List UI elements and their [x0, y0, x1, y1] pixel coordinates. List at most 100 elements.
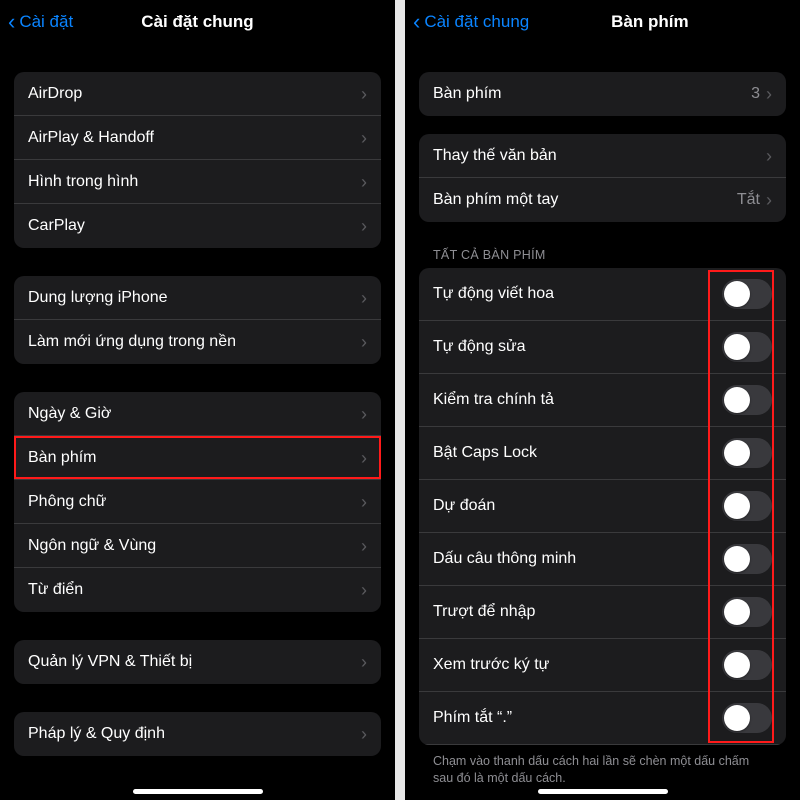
group-vpn: Quản lý VPN & Thiết bị›: [14, 640, 381, 684]
home-indicator[interactable]: [538, 789, 668, 794]
row-ngo-n-ngu-vu-ng[interactable]: Ngôn ngữ & Vùng›: [14, 524, 381, 568]
group-connectivity: AirDrop›AirPlay & Handoff›Hình trong hìn…: [14, 72, 381, 248]
row-label: Quản lý VPN & Thiết bị: [28, 653, 361, 671]
chevron-right-icon: ›: [361, 405, 367, 423]
group-keyboards: Bàn phím3 ›: [419, 72, 786, 116]
row-kie-m-tra-chi-nh-ta: Kiểm tra chính tả: [419, 374, 786, 427]
row-xem-tru-o-c-ky-tu: Xem trước ký tự: [419, 639, 786, 692]
row-label: Dấu câu thông minh: [433, 550, 722, 568]
row-label: Ngày & Giờ: [28, 405, 361, 423]
toggle-switch[interactable]: [722, 597, 772, 627]
toggle-knob: [724, 546, 750, 572]
row-airplay-handoff[interactable]: AirPlay & Handoff›: [14, 116, 381, 160]
chevron-right-icon: ›: [361, 333, 367, 351]
toggle-knob: [724, 334, 750, 360]
toggle-knob: [724, 387, 750, 413]
row-label: Dung lượng iPhone: [28, 289, 361, 307]
navbar: ‹ Cài đặt Cài đặt chung: [0, 0, 395, 44]
row-label: Tự động viết hoa: [433, 285, 722, 303]
row-label: Thay thế văn bản: [433, 147, 766, 165]
row-label: Pháp lý & Quy định: [28, 725, 361, 743]
screen-keyboard-settings: ‹ Cài đặt chung Bàn phím Bàn phím3› Thay…: [405, 0, 800, 800]
chevron-right-icon: ›: [361, 725, 367, 743]
group-all-keyboards-toggles: Tự động viết hoa Tự động sửa Kiểm tra chín…: [419, 268, 786, 745]
group-system: Ngày & Giờ›Bàn phím›Phông chữ›Ngôn ngữ &…: [14, 392, 381, 612]
row-label: Làm mới ứng dụng trong nền: [28, 333, 361, 351]
row-label: Từ điển: [28, 581, 361, 599]
toggle-knob: [724, 440, 750, 466]
row-tu-o-ng-su-a: Tự động sửa: [419, 321, 786, 374]
group-legal: Pháp lý & Quy định›: [14, 712, 381, 756]
row-label: Dự đoán: [433, 497, 722, 515]
toggle-knob: [724, 493, 750, 519]
row-dung-lu-o-ng-iphone[interactable]: Dung lượng iPhone›: [14, 276, 381, 320]
row-nga-y-gio[interactable]: Ngày & Giờ›: [14, 392, 381, 436]
toggle-switch[interactable]: [722, 332, 772, 362]
group-text-replace: Thay thế văn bản›Bàn phím một tayTắt›: [419, 134, 786, 222]
toggle-switch[interactable]: [722, 703, 772, 733]
toggle-switch[interactable]: [722, 650, 772, 680]
toggle-switch[interactable]: [722, 385, 772, 415]
row-label: CarPlay: [28, 217, 361, 235]
back-button[interactable]: ‹ Cài đặt: [8, 11, 73, 33]
chevron-right-icon: ›: [361, 537, 367, 555]
row-label: Bàn phím: [28, 449, 361, 467]
chevron-right-icon: ›: [361, 653, 367, 671]
row-tu-ie-n[interactable]: Từ điển›: [14, 568, 381, 612]
row-pho-ng-chu[interactable]: Phông chữ›: [14, 480, 381, 524]
row-detail: Tắt: [737, 191, 760, 209]
back-label: Cài đặt chung: [424, 12, 529, 32]
toggle-switch[interactable]: [722, 491, 772, 521]
row-label: Kiểm tra chính tả: [433, 391, 722, 409]
row-label: Phông chữ: [28, 493, 361, 511]
row-label: Tự động sửa: [433, 338, 722, 356]
row-ba-n-phi-m-mo-t-tay[interactable]: Bàn phím một tayTắt›: [419, 178, 786, 222]
chevron-right-icon: ›: [361, 493, 367, 511]
section-header-all-keyboards: TẤT CẢ BÀN PHÍM: [433, 248, 772, 262]
toggle-knob: [724, 599, 750, 625]
row-la-m-mo-i-u-ng-du-ng-trong-ne-n[interactable]: Làm mới ứng dụng trong nền›: [14, 320, 381, 364]
toggle-switch[interactable]: [722, 279, 772, 309]
row-qua-n-ly-vpn-thie-t-bi[interactable]: Quản lý VPN & Thiết bị›: [14, 640, 381, 684]
row-pha-p-ly-quy-i-nh[interactable]: Pháp lý & Quy định›: [14, 712, 381, 756]
toggle-switch[interactable]: [722, 438, 772, 468]
chevron-right-icon: ›: [361, 289, 367, 307]
chevron-right-icon: ›: [766, 147, 772, 165]
page-title: Cài đặt chung: [141, 12, 253, 32]
row-thay-the-va-n-ba-n[interactable]: Thay thế văn bản›: [419, 134, 786, 178]
group-storage: Dung lượng iPhone›Làm mới ứng dụng trong…: [14, 276, 381, 364]
chevron-left-icon: ‹: [8, 11, 15, 33]
row-airdrop[interactable]: AirDrop›: [14, 72, 381, 116]
toggle-knob: [724, 281, 750, 307]
chevron-right-icon: ›: [361, 581, 367, 599]
toggle-switch[interactable]: [722, 544, 772, 574]
row-detail: 3: [751, 85, 760, 103]
row-carplay[interactable]: CarPlay›: [14, 204, 381, 248]
chevron-left-icon: ‹: [413, 11, 420, 33]
row-label: Hình trong hình: [28, 173, 361, 191]
footer-note: Chạm vào thanh dấu cách hai lần sẽ chèn …: [433, 753, 772, 787]
chevron-right-icon: ›: [361, 129, 367, 147]
screen-general-settings: ‹ Cài đặt Cài đặt chung AirDrop›AirPlay …: [0, 0, 395, 800]
row-da-u-ca-u-tho-ng-minh: Dấu câu thông minh: [419, 533, 786, 586]
row-label: Bàn phím: [433, 85, 751, 103]
row-label: Bàn phím một tay: [433, 191, 737, 209]
chevron-right-icon: ›: [766, 85, 772, 103]
row-label: Bật Caps Lock: [433, 444, 722, 462]
toggle-knob: [724, 652, 750, 678]
row-hi-nh-trong-hi-nh[interactable]: Hình trong hình›: [14, 160, 381, 204]
row-ba-n-phi-m[interactable]: Bàn phím›: [14, 436, 381, 480]
row-ba-n-phi-m[interactable]: Bàn phím3 ›: [419, 72, 786, 116]
row-label: AirPlay & Handoff: [28, 129, 361, 147]
home-indicator[interactable]: [133, 789, 263, 794]
row-label: Trượt để nhập: [433, 603, 722, 621]
content-scroll[interactable]: AirDrop›AirPlay & Handoff›Hình trong hìn…: [0, 72, 395, 786]
row-tu-o-ng-vie-t-hoa: Tự động viết hoa: [419, 268, 786, 321]
row-phi-m-ta-t: Phím tắt “.”: [419, 692, 786, 745]
chevron-right-icon: ›: [361, 85, 367, 103]
content-scroll[interactable]: Bàn phím3› Thay thế văn bản›Bàn phím một…: [405, 72, 800, 800]
row-label: Ngôn ngữ & Vùng: [28, 537, 361, 555]
row-tru-o-t-e-nha-p: Trượt để nhập: [419, 586, 786, 639]
page-title: Bàn phím: [611, 12, 688, 32]
back-button[interactable]: ‹ Cài đặt chung: [413, 11, 529, 33]
